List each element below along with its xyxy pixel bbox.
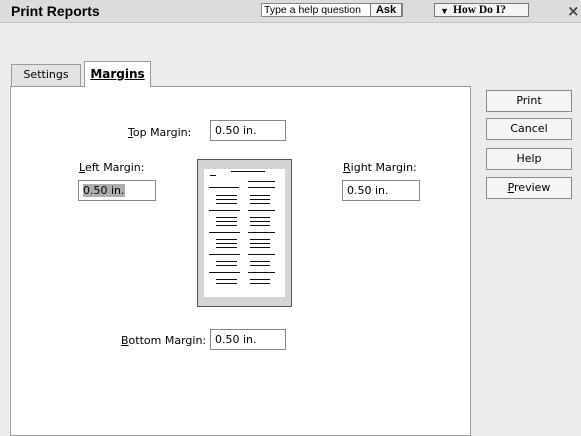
tab-margins[interactable]: Margins [84,61,151,87]
page-preview-content [204,169,285,297]
close-icon[interactable]: × [567,2,580,20]
window-title: Print Reports [11,3,100,19]
page-preview [197,159,292,307]
how-do-i-label: How Do I? [453,4,507,16]
ask-button[interactable]: Ask [370,3,402,17]
preview-button[interactable]: Preview [486,177,572,199]
top-margin-value: 0.50 in. [215,124,257,137]
dropdown-triangle-icon: ▼ [440,6,449,16]
bottom-margin-label: Bottom Margin: [121,334,207,347]
right-margin-input[interactable]: 0.50 in. [342,180,420,201]
tab-settings-label: Settings [23,68,69,81]
right-margin-label: Right Margin: [343,161,417,174]
how-do-i-button[interactable]: ▼ How Do I? [434,3,529,17]
left-margin-label: Left Margin: [79,161,145,174]
left-margin-input[interactable]: 0.50 in. [78,180,156,201]
print-button[interactable]: Print [486,90,572,112]
help-question-placeholder: Type a help question [264,4,361,16]
right-margin-value: 0.50 in. [347,184,389,197]
tab-margins-label: Margins [90,67,145,81]
left-margin-value: 0.50 in. [83,184,125,197]
top-margin-input[interactable]: 0.50 in. [210,120,286,141]
bottom-margin-input[interactable]: 0.50 in. [210,329,286,350]
tab-settings[interactable]: Settings [11,64,81,86]
top-margin-label: Top Margin: [128,126,192,139]
cancel-button[interactable]: Cancel [486,118,572,140]
bottom-margin-value: 0.50 in. [215,333,257,346]
title-bar: Print Reports Type a help question Ask ▼… [0,0,581,23]
help-button[interactable]: Help [486,148,572,170]
